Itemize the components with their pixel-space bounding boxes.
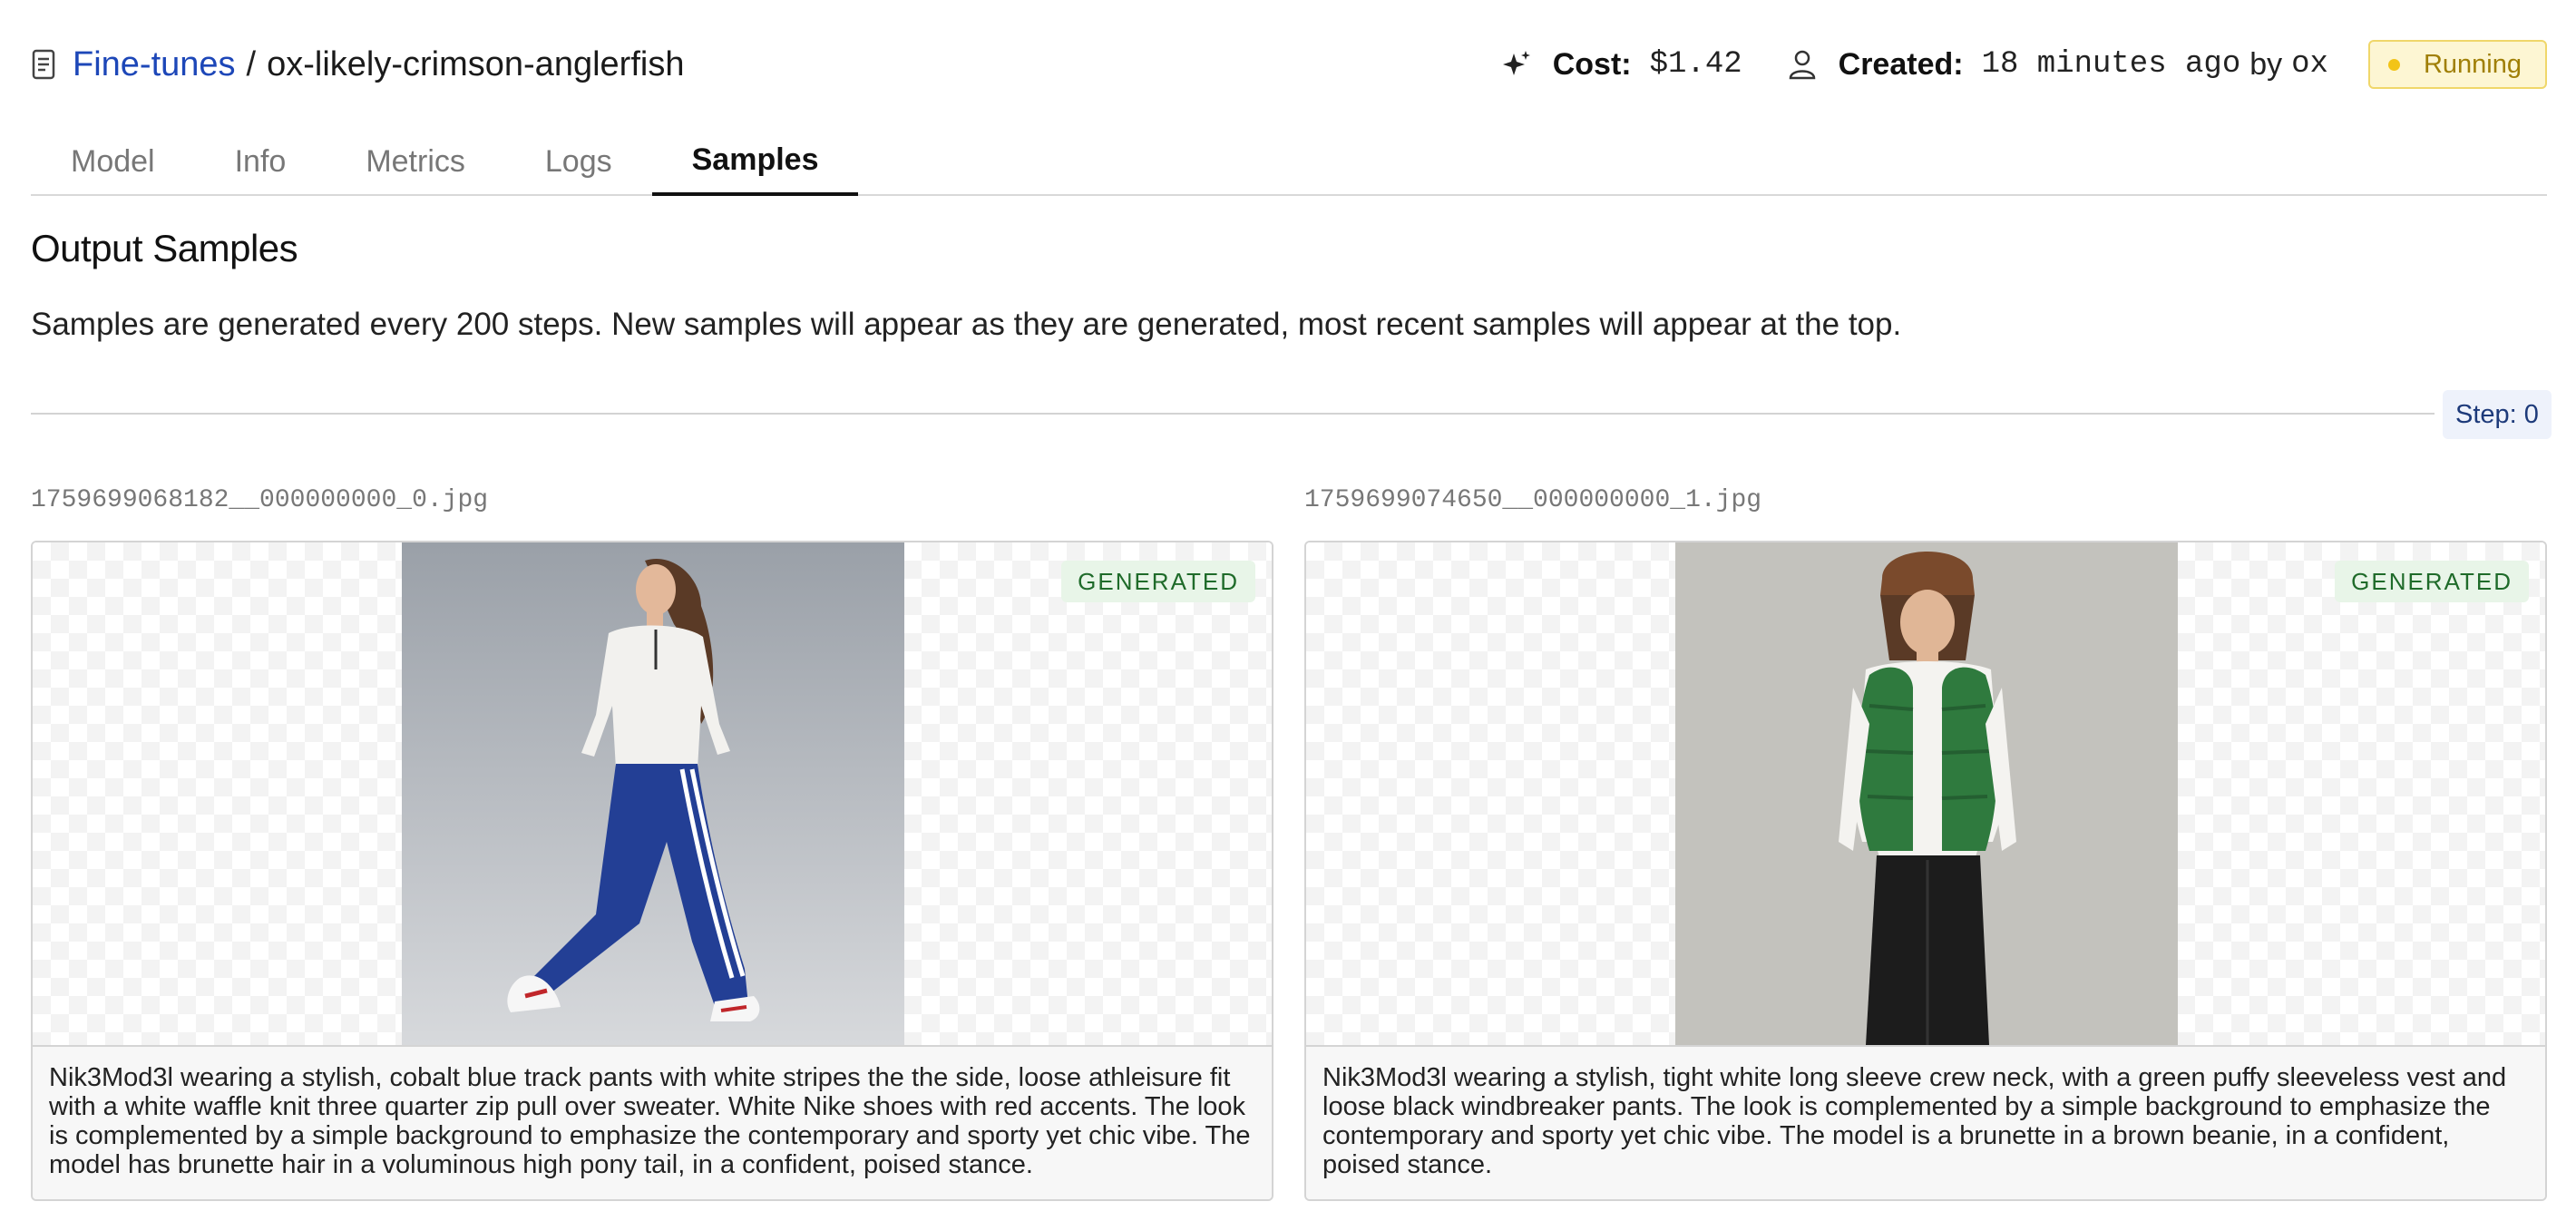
sample-frame: GENERATED Nik3Mod3l wearing a stylish, t…	[1304, 541, 2547, 1201]
step-badge: Step: 0	[2443, 390, 2552, 439]
breadcrumb: Fine-tunes / ox-likely-crimson-anglerfis…	[31, 45, 684, 84]
sample-image[interactable]	[1675, 542, 2178, 1045]
breadcrumb-current: ox-likely-crimson-anglerfish	[267, 44, 685, 83]
document-icon	[31, 49, 56, 80]
created-by-text: by	[2249, 46, 2283, 82]
page-header: Fine-tunes / ox-likely-crimson-anglerfis…	[31, 40, 2547, 89]
sample-card: 1759699068182__000000000_0.jpg GENERATED…	[31, 486, 1273, 1201]
sample-filename: 1759699074650__000000000_1.jpg	[1304, 486, 1762, 514]
tab-bar: Model Info Metrics Logs Samples	[31, 127, 2547, 196]
sample-filename: 1759699068182__000000000_0.jpg	[31, 486, 489, 514]
tab-logs[interactable]: Logs	[505, 127, 652, 196]
tab-model[interactable]: Model	[31, 127, 195, 196]
sparkle-icon	[1500, 48, 1533, 81]
section-description: Samples are generated every 200 steps. N…	[31, 307, 1902, 342]
step-divider	[31, 413, 2435, 415]
status-badge: Running	[2367, 40, 2547, 89]
created-by-user: ox	[2291, 47, 2328, 82]
section-title: Output Samples	[31, 227, 298, 269]
created-value: 18 minutes ago	[1981, 47, 2241, 82]
sample-image-area: GENERATED	[1306, 542, 2545, 1047]
generated-badge: GENERATED	[1061, 561, 1255, 602]
created-label: Created:	[1838, 46, 1964, 82]
breadcrumb-separator: /	[246, 44, 257, 83]
sample-card: 1759699074650__000000000_1.jpg GENERATED…	[1304, 486, 2547, 1201]
sample-caption: Nik3Mod3l wearing a stylish, tight white…	[1306, 1047, 2545, 1199]
tab-metrics[interactable]: Metrics	[326, 127, 505, 196]
job-meta: Cost: $1.42 Created: 18 minutes ago by o…	[1500, 40, 2547, 89]
tab-samples[interactable]: Samples	[651, 127, 859, 196]
cost-label: Cost:	[1552, 46, 1632, 82]
user-icon	[1786, 48, 1819, 81]
breadcrumb-fine-tunes-link[interactable]: Fine-tunes	[73, 45, 236, 84]
tab-info[interactable]: Info	[195, 127, 327, 196]
generated-badge: GENERATED	[2335, 561, 2529, 602]
status-text: Running	[2423, 49, 2522, 79]
cost-value: $1.42	[1649, 47, 1742, 82]
sample-frame: GENERATED Nik3Mod3l wearing a stylish, c…	[31, 541, 1273, 1201]
status-dot-icon	[2387, 58, 2400, 71]
sample-caption: Nik3Mod3l wearing a stylish, cobalt blue…	[33, 1047, 1272, 1199]
sample-image-area: GENERATED	[33, 542, 1272, 1047]
sample-image[interactable]	[402, 542, 904, 1045]
